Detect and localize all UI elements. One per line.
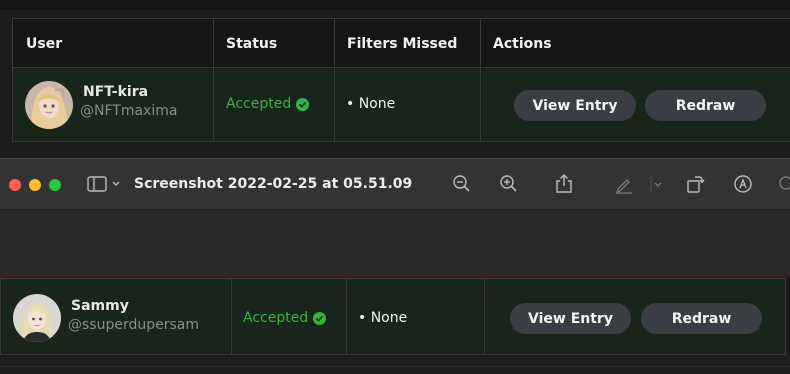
filters-missed-value: • None xyxy=(358,310,408,326)
view-entry-button[interactable]: View Entry xyxy=(514,90,636,121)
screen: User Status Filters Missed Actions NFT-k… xyxy=(0,0,790,374)
user-handle: @ssuperdupersam xyxy=(68,317,199,333)
column-divider xyxy=(480,19,481,67)
column-divider xyxy=(480,68,481,141)
column-divider xyxy=(484,279,485,354)
check-circle-icon xyxy=(313,311,327,325)
status-badge: Accepted xyxy=(243,310,327,326)
zoom-out-icon[interactable] xyxy=(451,173,473,195)
user-handle: @NFTmaxima xyxy=(80,103,178,119)
header-filters-missed: Filters Missed xyxy=(347,36,458,52)
header-actions: Actions xyxy=(493,36,552,52)
status-badge: Accepted xyxy=(226,96,310,112)
column-divider xyxy=(213,19,214,67)
column-divider xyxy=(334,19,335,67)
close-window-button[interactable] xyxy=(9,179,21,191)
column-divider xyxy=(231,279,232,354)
sidebar-icon[interactable] xyxy=(87,173,123,195)
rotate-icon[interactable] xyxy=(684,173,706,195)
redraw-button[interactable]: Redraw xyxy=(641,303,762,334)
column-divider xyxy=(334,68,335,141)
window-title: Screenshot 2022-02-25 at 05.51.09 xyxy=(134,176,413,192)
search-icon[interactable] xyxy=(776,173,790,195)
preview-window-titlebar: Screenshot 2022-02-25 at 05.51.09 xyxy=(0,158,790,210)
minimize-window-button[interactable] xyxy=(29,179,41,191)
zoom-in-icon[interactable] xyxy=(498,173,520,195)
view-entry-button[interactable]: View Entry xyxy=(510,303,631,334)
column-divider xyxy=(346,279,347,354)
user-name: Sammy xyxy=(71,298,129,314)
chevron-down-icon[interactable] xyxy=(650,173,664,195)
table-header: User Status Filters Missed Actions xyxy=(12,18,790,68)
redraw-button[interactable]: Redraw xyxy=(645,90,766,121)
filters-missed-value: • None xyxy=(346,96,396,112)
markup-icon[interactable] xyxy=(613,173,635,195)
user-name: NFT-kira xyxy=(83,84,149,100)
table-row: NFT-kira @NFTmaxima Accepted • None View… xyxy=(12,68,790,142)
table-row: Sammy @ssuperdupersam Accepted • None Vi… xyxy=(0,278,786,355)
share-icon[interactable] xyxy=(553,173,575,195)
header-user: User xyxy=(26,36,63,52)
check-circle-icon xyxy=(296,97,310,111)
zoom-window-button[interactable] xyxy=(49,179,61,191)
bottom-strip xyxy=(0,355,790,374)
status-text: Accepted xyxy=(243,310,309,326)
divider xyxy=(0,366,790,367)
entries-table: User Status Filters Missed Actions NFT-k… xyxy=(12,18,790,142)
column-divider xyxy=(213,68,214,141)
status-text: Accepted xyxy=(226,96,292,112)
avatar xyxy=(13,294,61,342)
avatar xyxy=(25,81,73,129)
header-status: Status xyxy=(226,36,278,52)
top-strip xyxy=(0,0,790,10)
annotate-icon[interactable] xyxy=(732,173,754,195)
preview-window-content xyxy=(0,210,790,278)
